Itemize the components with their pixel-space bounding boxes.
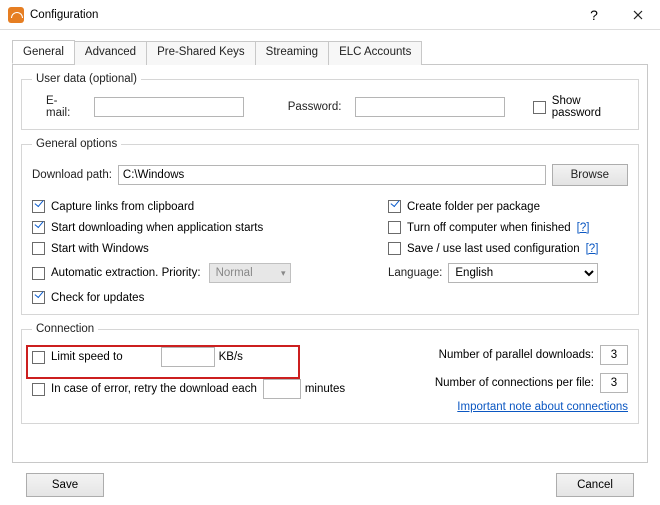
download-path-label: Download path: (32, 169, 112, 181)
start-windows-label: Start with Windows (51, 243, 149, 255)
priority-select[interactable]: Normal ▾ (209, 263, 291, 283)
turnoff-help-link[interactable]: [?] (577, 222, 590, 234)
savecfg-label: Save / use last used configuration (407, 243, 580, 255)
create-folder-checkbox[interactable] (388, 200, 401, 213)
check-updates-checkbox[interactable] (32, 291, 45, 304)
capture-links-checkbox[interactable] (32, 200, 45, 213)
email-label: E-mail: (46, 95, 80, 119)
auto-extraction-label: Automatic extraction. Priority: (51, 267, 201, 279)
close-button[interactable] (616, 0, 660, 30)
chevron-down-icon: ▾ (281, 268, 286, 279)
auto-extraction-checkbox[interactable] (32, 267, 45, 280)
userdata-group: User data (optional) E-mail: Password: S… (21, 73, 639, 130)
capture-links-label: Capture links from clipboard (51, 201, 194, 213)
connection-legend: Connection (32, 323, 98, 335)
tab-psk[interactable]: Pre-Shared Keys (146, 41, 256, 65)
password-field[interactable] (355, 97, 505, 117)
priority-value: Normal (216, 267, 253, 279)
parallel-field[interactable] (600, 345, 628, 365)
retry-label: In case of error, retry the download eac… (51, 383, 257, 395)
userdata-legend: User data (optional) (32, 73, 141, 85)
tab-elc[interactable]: ELC Accounts (328, 41, 422, 65)
start-dl-checkbox[interactable] (32, 221, 45, 234)
tab-bar: General Advanced Pre-Shared Keys Streami… (12, 40, 648, 65)
tab-advanced[interactable]: Advanced (74, 41, 147, 65)
perfile-label: Number of connections per file: (435, 377, 594, 389)
save-button[interactable]: Save (26, 473, 104, 497)
turnoff-label: Turn off computer when finished (407, 222, 571, 234)
show-password-checkbox[interactable] (533, 101, 545, 114)
check-updates-label: Check for updates (51, 292, 144, 304)
retry-checkbox[interactable] (32, 383, 45, 396)
connections-note-link[interactable]: Important note about connections (457, 401, 628, 413)
tab-streaming[interactable]: Streaming (255, 41, 329, 65)
email-field[interactable] (94, 97, 244, 117)
limit-speed-field (161, 347, 215, 367)
tab-pane-general: User data (optional) E-mail: Password: S… (12, 65, 648, 463)
start-dl-label: Start downloading when application start… (51, 222, 263, 234)
connection-group: Connection Limit speed to KB/s In case o… (21, 323, 639, 424)
retry-minutes-field (263, 379, 301, 399)
savecfg-help-link[interactable]: [?] (586, 243, 599, 255)
kbs-label: KB/s (219, 351, 243, 363)
general-options-legend: General options (32, 138, 121, 150)
start-windows-checkbox[interactable] (32, 242, 45, 255)
turnoff-checkbox[interactable] (388, 221, 401, 234)
language-select[interactable]: English (448, 263, 598, 283)
window-title: Configuration (30, 9, 572, 21)
password-label: Password: (288, 101, 342, 113)
language-label: Language: (388, 267, 442, 279)
savecfg-checkbox[interactable] (388, 242, 401, 255)
help-button[interactable]: ? (572, 0, 616, 30)
cancel-button[interactable]: Cancel (556, 473, 634, 497)
limit-speed-label: Limit speed to (51, 351, 123, 363)
app-icon (8, 7, 24, 23)
parallel-label: Number of parallel downloads: (439, 349, 594, 361)
create-folder-label: Create folder per package (407, 201, 540, 213)
close-icon (633, 10, 643, 20)
general-options-group: General options Download path: Browse Ca… (21, 138, 639, 315)
titlebar: Configuration ? (0, 0, 660, 30)
minutes-label: minutes (305, 383, 345, 395)
perfile-field[interactable] (600, 373, 628, 393)
show-password-label: Show password (552, 95, 628, 119)
browse-button[interactable]: Browse (552, 164, 628, 186)
tab-general[interactable]: General (12, 40, 75, 64)
download-path-field[interactable] (118, 165, 546, 185)
limit-speed-checkbox[interactable] (32, 351, 45, 364)
